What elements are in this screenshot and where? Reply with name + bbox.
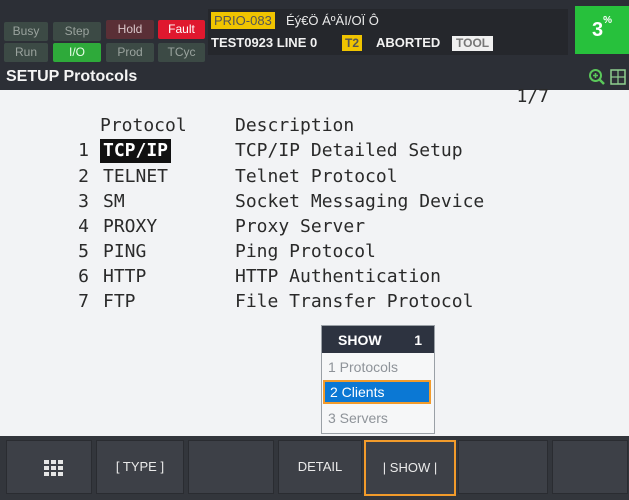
row-number: 6	[78, 266, 89, 287]
grid-icon	[44, 460, 63, 476]
f2-button[interactable]	[188, 440, 274, 494]
override-value: 3	[591, 19, 604, 41]
popup-item-servers[interactable]: 3 Servers	[323, 406, 431, 430]
row-number: 2	[78, 166, 89, 187]
maximize-icon[interactable]	[610, 69, 626, 85]
step-indicator: Step	[53, 22, 101, 41]
run-indicator: Run	[4, 43, 48, 62]
alarm-text: Éý€Ö ÁºÄI/OÏ Ô	[286, 13, 379, 28]
fault-indicator: Fault	[158, 20, 205, 39]
popup-title: SHOW	[338, 332, 382, 348]
task-badge: T2	[342, 35, 363, 51]
popup-item-clients[interactable]: 2 Clients	[323, 380, 431, 404]
alarm-message-box: PRIO-083 Éý€Ö ÁºÄI/OÏ Ô TEST0923 LINE 0 …	[208, 9, 568, 55]
protocol-list-panel: 1/7 Protocol Description 1 TCP/IP TCP/IP…	[0, 86, 629, 436]
page-indicator: 1/7	[516, 86, 549, 107]
protocol-description: File Transfer Protocol	[235, 291, 474, 312]
popup-header: SHOW 1	[322, 326, 434, 353]
protocol-name[interactable]: SM	[100, 190, 128, 214]
alarm-code: PRIO-083	[211, 12, 275, 29]
override-suffix: %	[603, 15, 613, 26]
detail-button[interactable]: DETAIL	[278, 440, 362, 494]
page-title: SETUP Protocols	[6, 68, 138, 85]
popup-item-protocols[interactable]: 1 Protocols	[323, 355, 431, 379]
protocol-name[interactable]: TCP/IP	[100, 139, 172, 163]
protocol-name[interactable]: FTP	[100, 290, 139, 314]
protocol-description: TCP/IP Detailed Setup	[235, 140, 463, 161]
protocol-description: Proxy Server	[235, 216, 366, 237]
hold-indicator: Hold	[106, 20, 154, 39]
row-number: 5	[78, 241, 89, 262]
f5-button[interactable]	[458, 440, 548, 494]
program-state: ABORTED	[376, 35, 441, 50]
menu-grid-button[interactable]	[6, 440, 92, 494]
protocol-name[interactable]: PING	[100, 240, 149, 264]
protocol-column-header: Protocol	[100, 115, 187, 136]
function-key-bar: [ TYPE ] DETAIL | SHOW |	[0, 436, 629, 500]
protocol-name[interactable]: HTTP	[100, 265, 149, 289]
frame-badge: TOOL	[452, 36, 494, 51]
row-number: 7	[78, 291, 89, 312]
zoom-in-icon[interactable]	[588, 68, 606, 86]
status-bar: Busy Step Hold Fault Run I/O Prod TCyc P…	[0, 0, 629, 66]
protocol-description: HTTP Authentication	[235, 266, 441, 287]
description-column-header: Description	[235, 115, 355, 136]
program-line: TEST0923 LINE 0	[211, 35, 318, 50]
next-page-button[interactable]	[552, 440, 628, 494]
io-indicator: I/O	[53, 43, 101, 62]
protocol-name[interactable]: TELNET	[100, 165, 171, 189]
protocol-description: Telnet Protocol	[235, 166, 398, 187]
row-number: 3	[78, 191, 89, 212]
popup-number: 1	[414, 332, 422, 348]
tcyc-indicator: TCyc	[158, 43, 205, 62]
row-number: 1	[78, 140, 89, 161]
type-button[interactable]: [ TYPE ]	[96, 440, 184, 494]
prod-indicator: Prod	[106, 43, 154, 62]
show-popup-menu: SHOW 1 1 Protocols 2 Clients 3 Servers	[321, 325, 435, 434]
protocol-description: Ping Protocol	[235, 241, 376, 262]
busy-indicator: Busy	[4, 22, 48, 41]
show-button[interactable]: | SHOW |	[364, 440, 456, 496]
protocol-description: Socket Messaging Device	[235, 191, 485, 212]
row-number: 4	[78, 216, 89, 237]
protocol-name[interactable]: PROXY	[100, 215, 160, 239]
override-indicator[interactable]: 3%	[575, 6, 629, 54]
